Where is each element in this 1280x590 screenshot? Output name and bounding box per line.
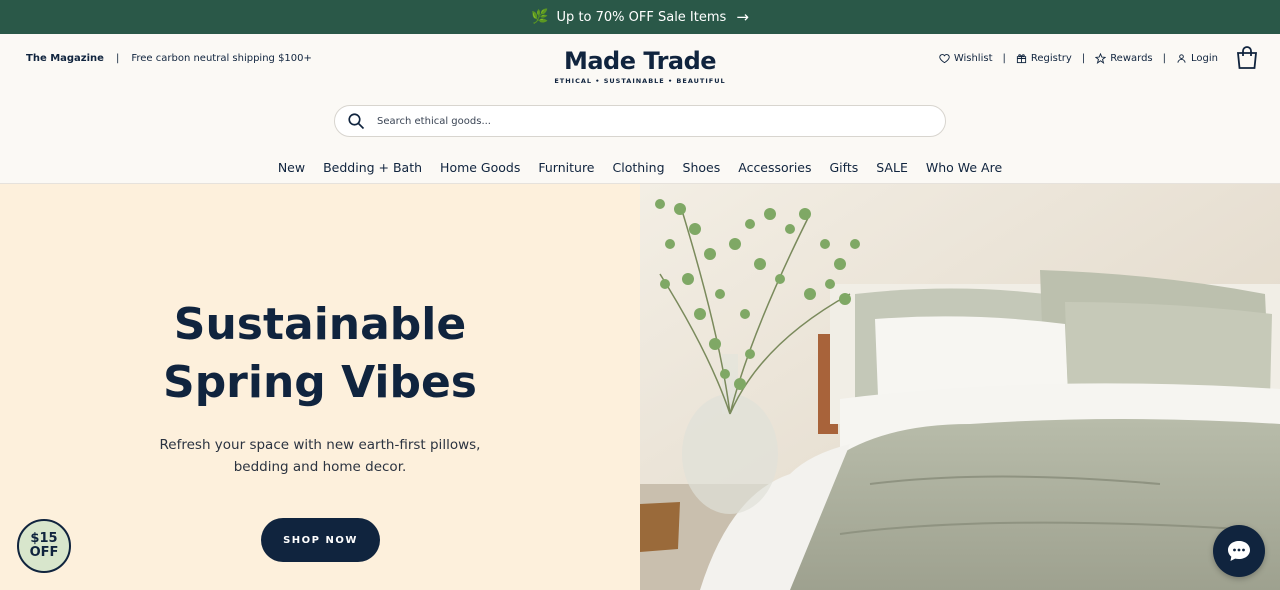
nav-item-bedding-bath[interactable]: Bedding + Bath — [323, 160, 422, 175]
gift-icon — [1016, 54, 1026, 64]
utility-right: Wishlist | Registry | Rewards | Login — [939, 53, 1218, 64]
hero-image-bedroom[interactable] — [640, 184, 1280, 590]
shopping-bag-icon[interactable] — [1236, 46, 1258, 70]
rewards-label: Rewards — [1110, 53, 1153, 64]
nav-item-furniture[interactable]: Furniture — [538, 160, 594, 175]
discount-amount: $15 — [30, 531, 58, 546]
wishlist-link[interactable]: Wishlist — [939, 53, 993, 64]
nav-item-clothing[interactable]: Clothing — [613, 160, 665, 175]
chat-button[interactable] — [1213, 525, 1265, 577]
search-icon — [348, 113, 365, 130]
login-label: Login — [1191, 53, 1218, 64]
nav-item-home-goods[interactable]: Home Goods — [440, 160, 520, 175]
user-icon — [1177, 54, 1186, 63]
login-link[interactable]: Login — [1176, 53, 1218, 64]
search-bar[interactable] — [334, 105, 946, 137]
hero-subtitle: Refresh your space with new earth-first … — [0, 434, 640, 478]
discount-badge[interactable]: $15 OFF — [17, 519, 71, 573]
leaf-icon: 🌿 — [531, 9, 549, 25]
divider: | — [1081, 53, 1086, 64]
divider: | — [1002, 53, 1006, 64]
arrow-right-icon: → — [736, 8, 749, 26]
chat-bubble-icon — [1228, 541, 1250, 561]
search-input[interactable] — [377, 115, 917, 127]
nav-item-new[interactable]: New — [278, 160, 305, 175]
nav-item-shoes[interactable]: Shoes — [683, 160, 721, 175]
nav-item-sale[interactable]: SALE — [876, 160, 908, 175]
hero-title-line2: Spring Vibes — [163, 357, 477, 408]
nav-item-accessories[interactable]: Accessories — [738, 160, 811, 175]
hero-subtitle-line1: Refresh your space with new earth-first … — [159, 437, 481, 453]
registry-link[interactable]: Registry — [1016, 53, 1072, 64]
heart-icon — [939, 54, 950, 64]
nav-item-gifts[interactable]: Gifts — [830, 160, 859, 175]
wishlist-label: Wishlist — [953, 53, 993, 64]
site-header: The Magazine | Free carbon neutral shipp… — [0, 34, 1280, 104]
hero-section: Sustainable Spring Vibes Refresh your sp… — [0, 184, 1280, 590]
bedroom-illustration — [640, 184, 1280, 590]
promo-banner[interactable]: 🌿 Up to 70% OFF Sale Items → — [0, 0, 1280, 34]
hero-title: Sustainable Spring Vibes — [0, 296, 640, 412]
divider: | — [1162, 53, 1167, 64]
registry-label: Registry — [1030, 53, 1072, 64]
hero-subtitle-line2: bedding and home decor. — [233, 459, 407, 475]
hero-text-panel: Sustainable Spring Vibes Refresh your sp… — [0, 184, 640, 590]
hero-title-line1: Sustainable — [173, 299, 467, 350]
shop-now-button[interactable]: SHOP NOW — [261, 518, 380, 562]
star-icon — [1095, 53, 1107, 64]
promo-text[interactable]: Up to 70% OFF Sale Items — [557, 10, 727, 25]
nav-item-who-we-are[interactable]: Who We Are — [926, 160, 1002, 175]
main-nav: New Bedding + Bath Home Goods Furniture … — [0, 152, 1280, 184]
logo-tagline: ETHICAL • SUSTAINABLE • BEAUTIFUL — [554, 77, 726, 85]
rewards-link[interactable]: Rewards — [1095, 53, 1153, 64]
discount-off: OFF — [29, 545, 59, 560]
